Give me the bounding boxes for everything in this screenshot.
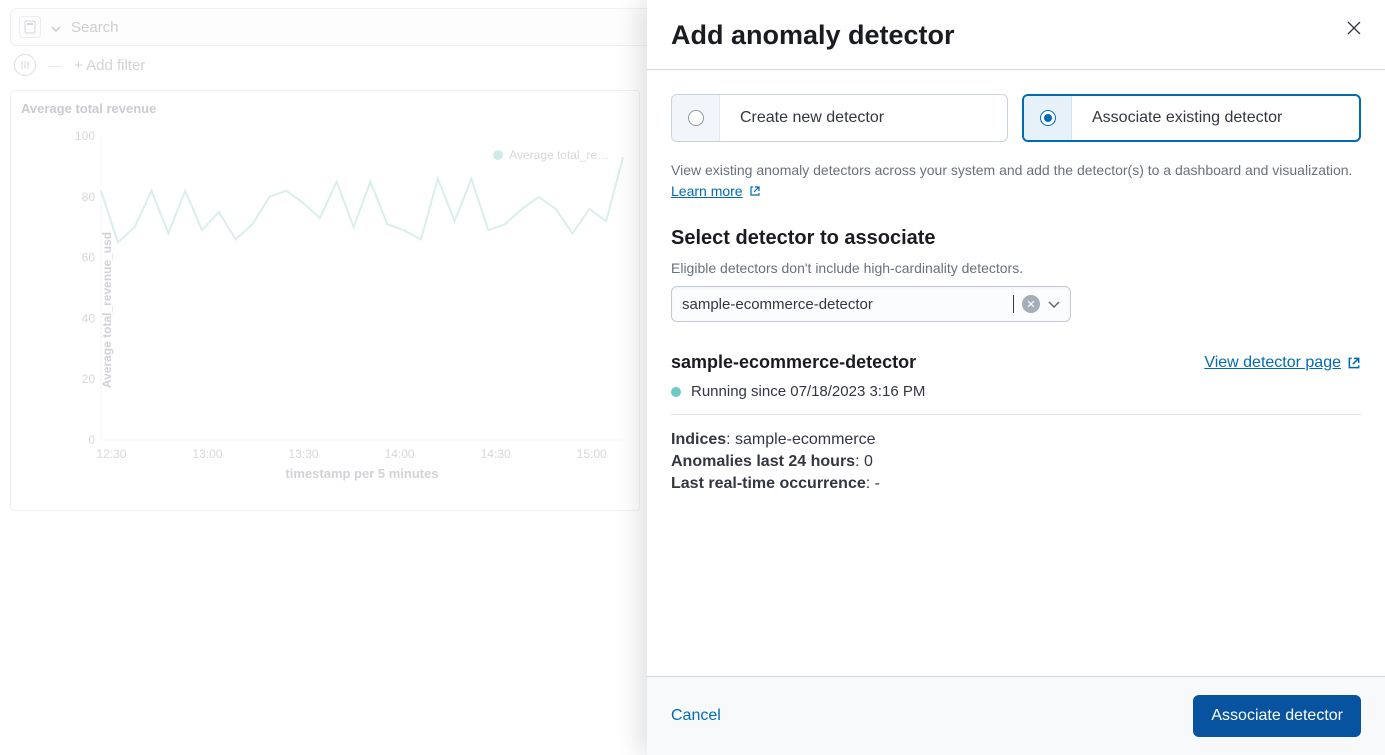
detector-last-occurrence: Last real-time occurrence: - xyxy=(671,475,1361,493)
external-link-icon xyxy=(749,185,761,197)
associate-detector-button[interactable]: Associate detector xyxy=(1193,695,1361,737)
detector-status: Running since 07/18/2023 3:16 PM xyxy=(671,383,1361,400)
flyout-title: Add anomaly detector xyxy=(671,20,955,51)
text-cursor xyxy=(1013,295,1014,313)
detector-mode-radio-group: Create new detector Associate existing d… xyxy=(671,94,1361,142)
cancel-button[interactable]: Cancel xyxy=(671,707,721,725)
radio-associate-label: Associate existing detector xyxy=(1072,109,1302,127)
chevron-down-icon[interactable] xyxy=(1048,296,1060,312)
status-text: Running since 07/18/2023 3:16 PM xyxy=(691,383,925,400)
divider xyxy=(671,414,1361,415)
eligible-note: Eligible detectors don't include high-ca… xyxy=(671,260,1361,276)
combobox-value: sample-ecommerce-detector xyxy=(682,296,1003,313)
flyout-footer: Cancel Associate detector xyxy=(647,676,1385,755)
view-detector-page-link[interactable]: View detector page xyxy=(1204,354,1361,372)
learn-more-label: Learn more xyxy=(671,183,743,199)
status-dot-icon xyxy=(671,387,681,397)
external-link-icon xyxy=(1347,356,1361,370)
radio-unchecked-icon xyxy=(688,110,704,126)
select-detector-heading: Select detector to associate xyxy=(671,227,1361,250)
radio-associate-existing[interactable]: Associate existing detector xyxy=(1022,94,1361,142)
learn-more-link[interactable]: Learn more xyxy=(671,183,761,199)
detector-indices: Indices: sample-ecommerce xyxy=(671,431,1361,449)
radio-create-new[interactable]: Create new detector xyxy=(671,94,1008,142)
close-icon[interactable] xyxy=(1347,20,1361,38)
detector-anomalies: Anomalies last 24 hours: 0 xyxy=(671,453,1361,471)
radio-checked-icon xyxy=(1040,110,1056,126)
add-anomaly-detector-flyout: Add anomaly detector Create new detector… xyxy=(647,0,1385,755)
detector-combobox[interactable]: sample-ecommerce-detector ✕ xyxy=(671,286,1071,322)
hint-text: View existing anomaly detectors across y… xyxy=(671,160,1361,181)
detector-name: sample-ecommerce-detector xyxy=(671,352,916,373)
clear-icon[interactable]: ✕ xyxy=(1022,295,1040,313)
radio-create-label: Create new detector xyxy=(720,109,904,127)
view-detector-label: View detector page xyxy=(1204,354,1341,372)
